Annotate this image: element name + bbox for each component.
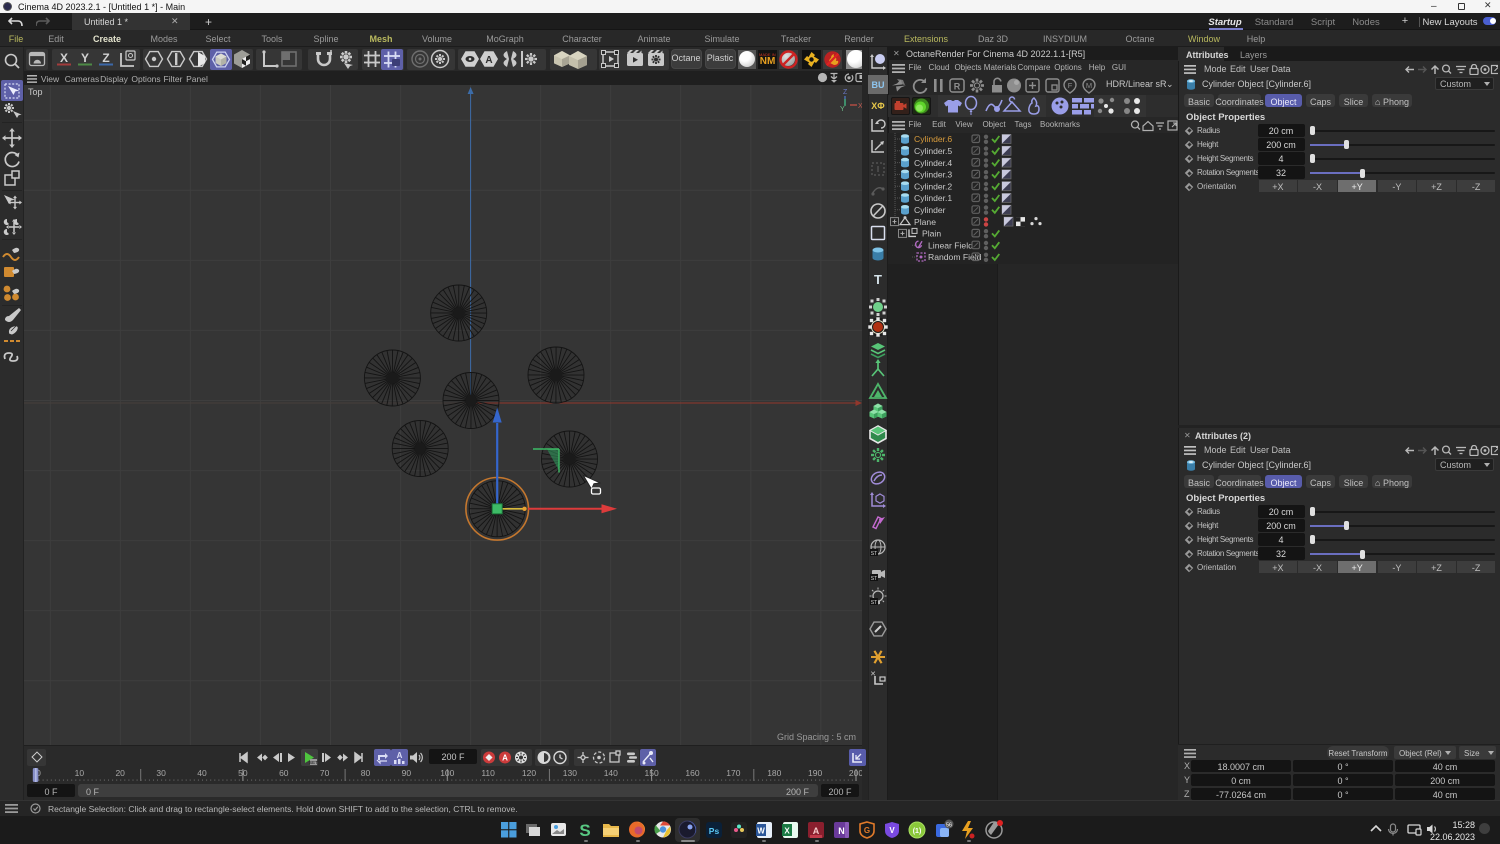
svg-text:120: 120	[522, 768, 536, 778]
svg-text:30: 30	[156, 768, 166, 778]
svg-text:Plain: Plain	[922, 229, 941, 239]
svg-text:170: 170	[726, 768, 740, 778]
svg-text:S: S	[579, 821, 590, 840]
svg-text:40: 40	[197, 768, 207, 778]
svg-text:Linear Field: Linear Field	[928, 240, 973, 250]
svg-text:BU: BU	[872, 80, 885, 90]
svg-text:Plane: Plane	[914, 217, 936, 227]
svg-text:Cylinder: Cylinder	[914, 205, 946, 215]
svg-text:110: 110	[481, 768, 495, 778]
svg-text:Top: Top	[28, 87, 43, 97]
svg-text:190: 190	[808, 768, 822, 778]
svg-text:ST: ST	[871, 576, 877, 582]
svg-text:130: 130	[563, 768, 577, 778]
svg-text:140: 140	[604, 768, 618, 778]
svg-text:200: 200	[849, 768, 862, 778]
svg-text:20: 20	[115, 768, 125, 778]
svg-text:70: 70	[320, 768, 330, 778]
svg-text:Cylinder.6: Cylinder.6	[914, 134, 952, 144]
svg-text:R: R	[954, 82, 961, 92]
svg-text:N: N	[838, 826, 845, 836]
svg-text:ST: ST	[871, 600, 877, 606]
svg-text:X: X	[784, 827, 790, 836]
svg-text:F: F	[1068, 81, 1073, 90]
svg-text:Z: Z	[843, 89, 848, 96]
svg-text:M: M	[1086, 81, 1092, 90]
svg-text:Y: Y	[840, 106, 845, 113]
svg-text:160: 160	[685, 768, 699, 778]
svg-text:A: A	[813, 826, 820, 836]
svg-text:XΦ: XΦ	[871, 101, 885, 111]
svg-text:10: 10	[75, 768, 85, 778]
svg-text:Cylinder.3: Cylinder.3	[914, 170, 952, 180]
svg-text:W: W	[757, 827, 765, 836]
svg-text:SET: SET	[309, 760, 318, 765]
svg-text:90: 90	[402, 768, 412, 778]
svg-text:(1): (1)	[913, 828, 922, 835]
svg-text:A: A	[485, 55, 492, 66]
svg-text:Cylinder.4: Cylinder.4	[914, 158, 952, 168]
svg-text:56: 56	[946, 823, 952, 829]
svg-text:A: A	[397, 751, 403, 760]
svg-text:V: V	[889, 826, 895, 835]
svg-text:T: T	[874, 272, 882, 287]
svg-text:Ps: Ps	[709, 826, 720, 836]
svg-text:✕: ✕	[870, 671, 876, 678]
svg-text:G: G	[864, 826, 870, 835]
svg-text:180: 180	[767, 768, 781, 778]
svg-text:Grid Spacing : 5 cm: Grid Spacing : 5 cm	[777, 732, 856, 742]
svg-text:A: A	[502, 754, 508, 763]
svg-text:Cylinder.5: Cylinder.5	[914, 146, 952, 156]
svg-text:Cylinder.1: Cylinder.1	[914, 193, 952, 203]
svg-text:Cylinder.2: Cylinder.2	[914, 181, 952, 191]
svg-text:80: 80	[361, 768, 371, 778]
svg-text:ST: ST	[871, 551, 877, 557]
svg-text:60: 60	[279, 768, 289, 778]
